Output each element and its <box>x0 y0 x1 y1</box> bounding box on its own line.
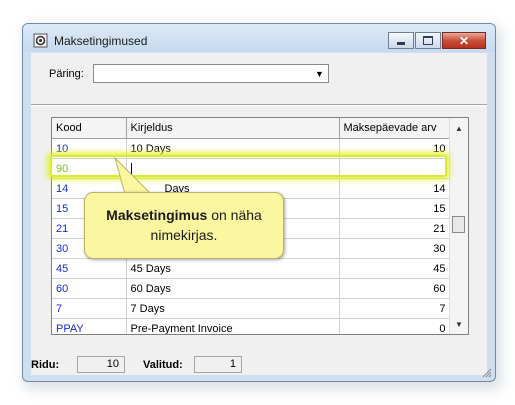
cell-kirjeldus[interactable]: 45 Days <box>126 258 340 279</box>
cell-arv[interactable]: 15 <box>339 198 451 219</box>
cell-kood[interactable]: 45 <box>52 258 127 279</box>
column-header-arv[interactable]: Maksepäevade arv <box>339 118 451 139</box>
ridu-label: Ridu: <box>31 359 60 371</box>
close-icon: ✕ <box>458 33 470 48</box>
cell-arv[interactable]: 45 <box>339 258 451 279</box>
valitud-label: Valitud: <box>143 359 183 371</box>
valitud-value: 1 <box>194 356 242 373</box>
window-title: Maksetingimused <box>54 34 148 48</box>
cell-kirjeldus[interactable]: 7 Days <box>126 298 340 319</box>
maximize-button[interactable] <box>415 32 441 49</box>
table-row[interactable]: PPAY Pre-Payment Invoice 0 <box>52 318 451 334</box>
callout-pointer <box>114 157 152 194</box>
divider <box>31 104 487 106</box>
cell-arv[interactable]: 21 <box>339 218 451 239</box>
scroll-down-icon[interactable]: ▼ <box>450 316 468 332</box>
callout-bold: Maksetingimus <box>106 207 208 223</box>
table-row[interactable]: 45 45 Days 45 <box>52 258 451 279</box>
new-row-highlight <box>50 155 447 177</box>
cell-kood[interactable]: 60 <box>52 278 127 299</box>
chevron-down-icon[interactable]: ▼ <box>312 66 327 81</box>
scroll-thumb[interactable] <box>452 216 465 233</box>
paring-dropdown[interactable]: ▼ <box>93 64 329 83</box>
cell-kirjeldus[interactable]: Pre-Payment Invoice <box>126 318 340 334</box>
maximize-icon <box>423 36 433 45</box>
paring-label: Päring: <box>49 68 84 80</box>
table-row[interactable]: 7 7 Days 7 <box>52 298 451 319</box>
cell-kood[interactable]: PPAY <box>52 318 127 334</box>
column-header-kood[interactable]: Kood <box>52 118 127 139</box>
minimize-button[interactable] <box>388 32 414 49</box>
vertical-scrollbar[interactable]: ▲ ▼ <box>449 118 468 334</box>
cell-arv[interactable]: 7 <box>339 298 451 319</box>
cell-arv[interactable]: 60 <box>339 278 451 299</box>
cell-arv[interactable]: 14 <box>339 178 451 199</box>
minimize-icon <box>397 42 405 45</box>
cell-kirjeldus[interactable]: 60 Days <box>126 278 340 299</box>
table-row[interactable]: 60 60 Days 60 <box>52 278 451 299</box>
tooltip-callout: Maksetingimus on näha nimekirjas. <box>84 192 284 259</box>
column-header-kirjeldus[interactable]: Kirjeldus <box>126 118 340 139</box>
cell-kood[interactable]: 7 <box>52 298 127 319</box>
resize-grip-icon[interactable] <box>481 367 492 378</box>
cell-arv[interactable]: 30 <box>339 238 451 259</box>
cell-arv[interactable]: 0 <box>339 318 451 334</box>
app-icon <box>33 33 48 48</box>
scroll-up-icon[interactable]: ▲ <box>450 120 468 136</box>
close-button[interactable]: ✕ <box>442 32 486 49</box>
title-bar[interactable]: Maksetingimused ✕ <box>23 24 495 52</box>
ridu-value: 10 <box>77 356 125 373</box>
